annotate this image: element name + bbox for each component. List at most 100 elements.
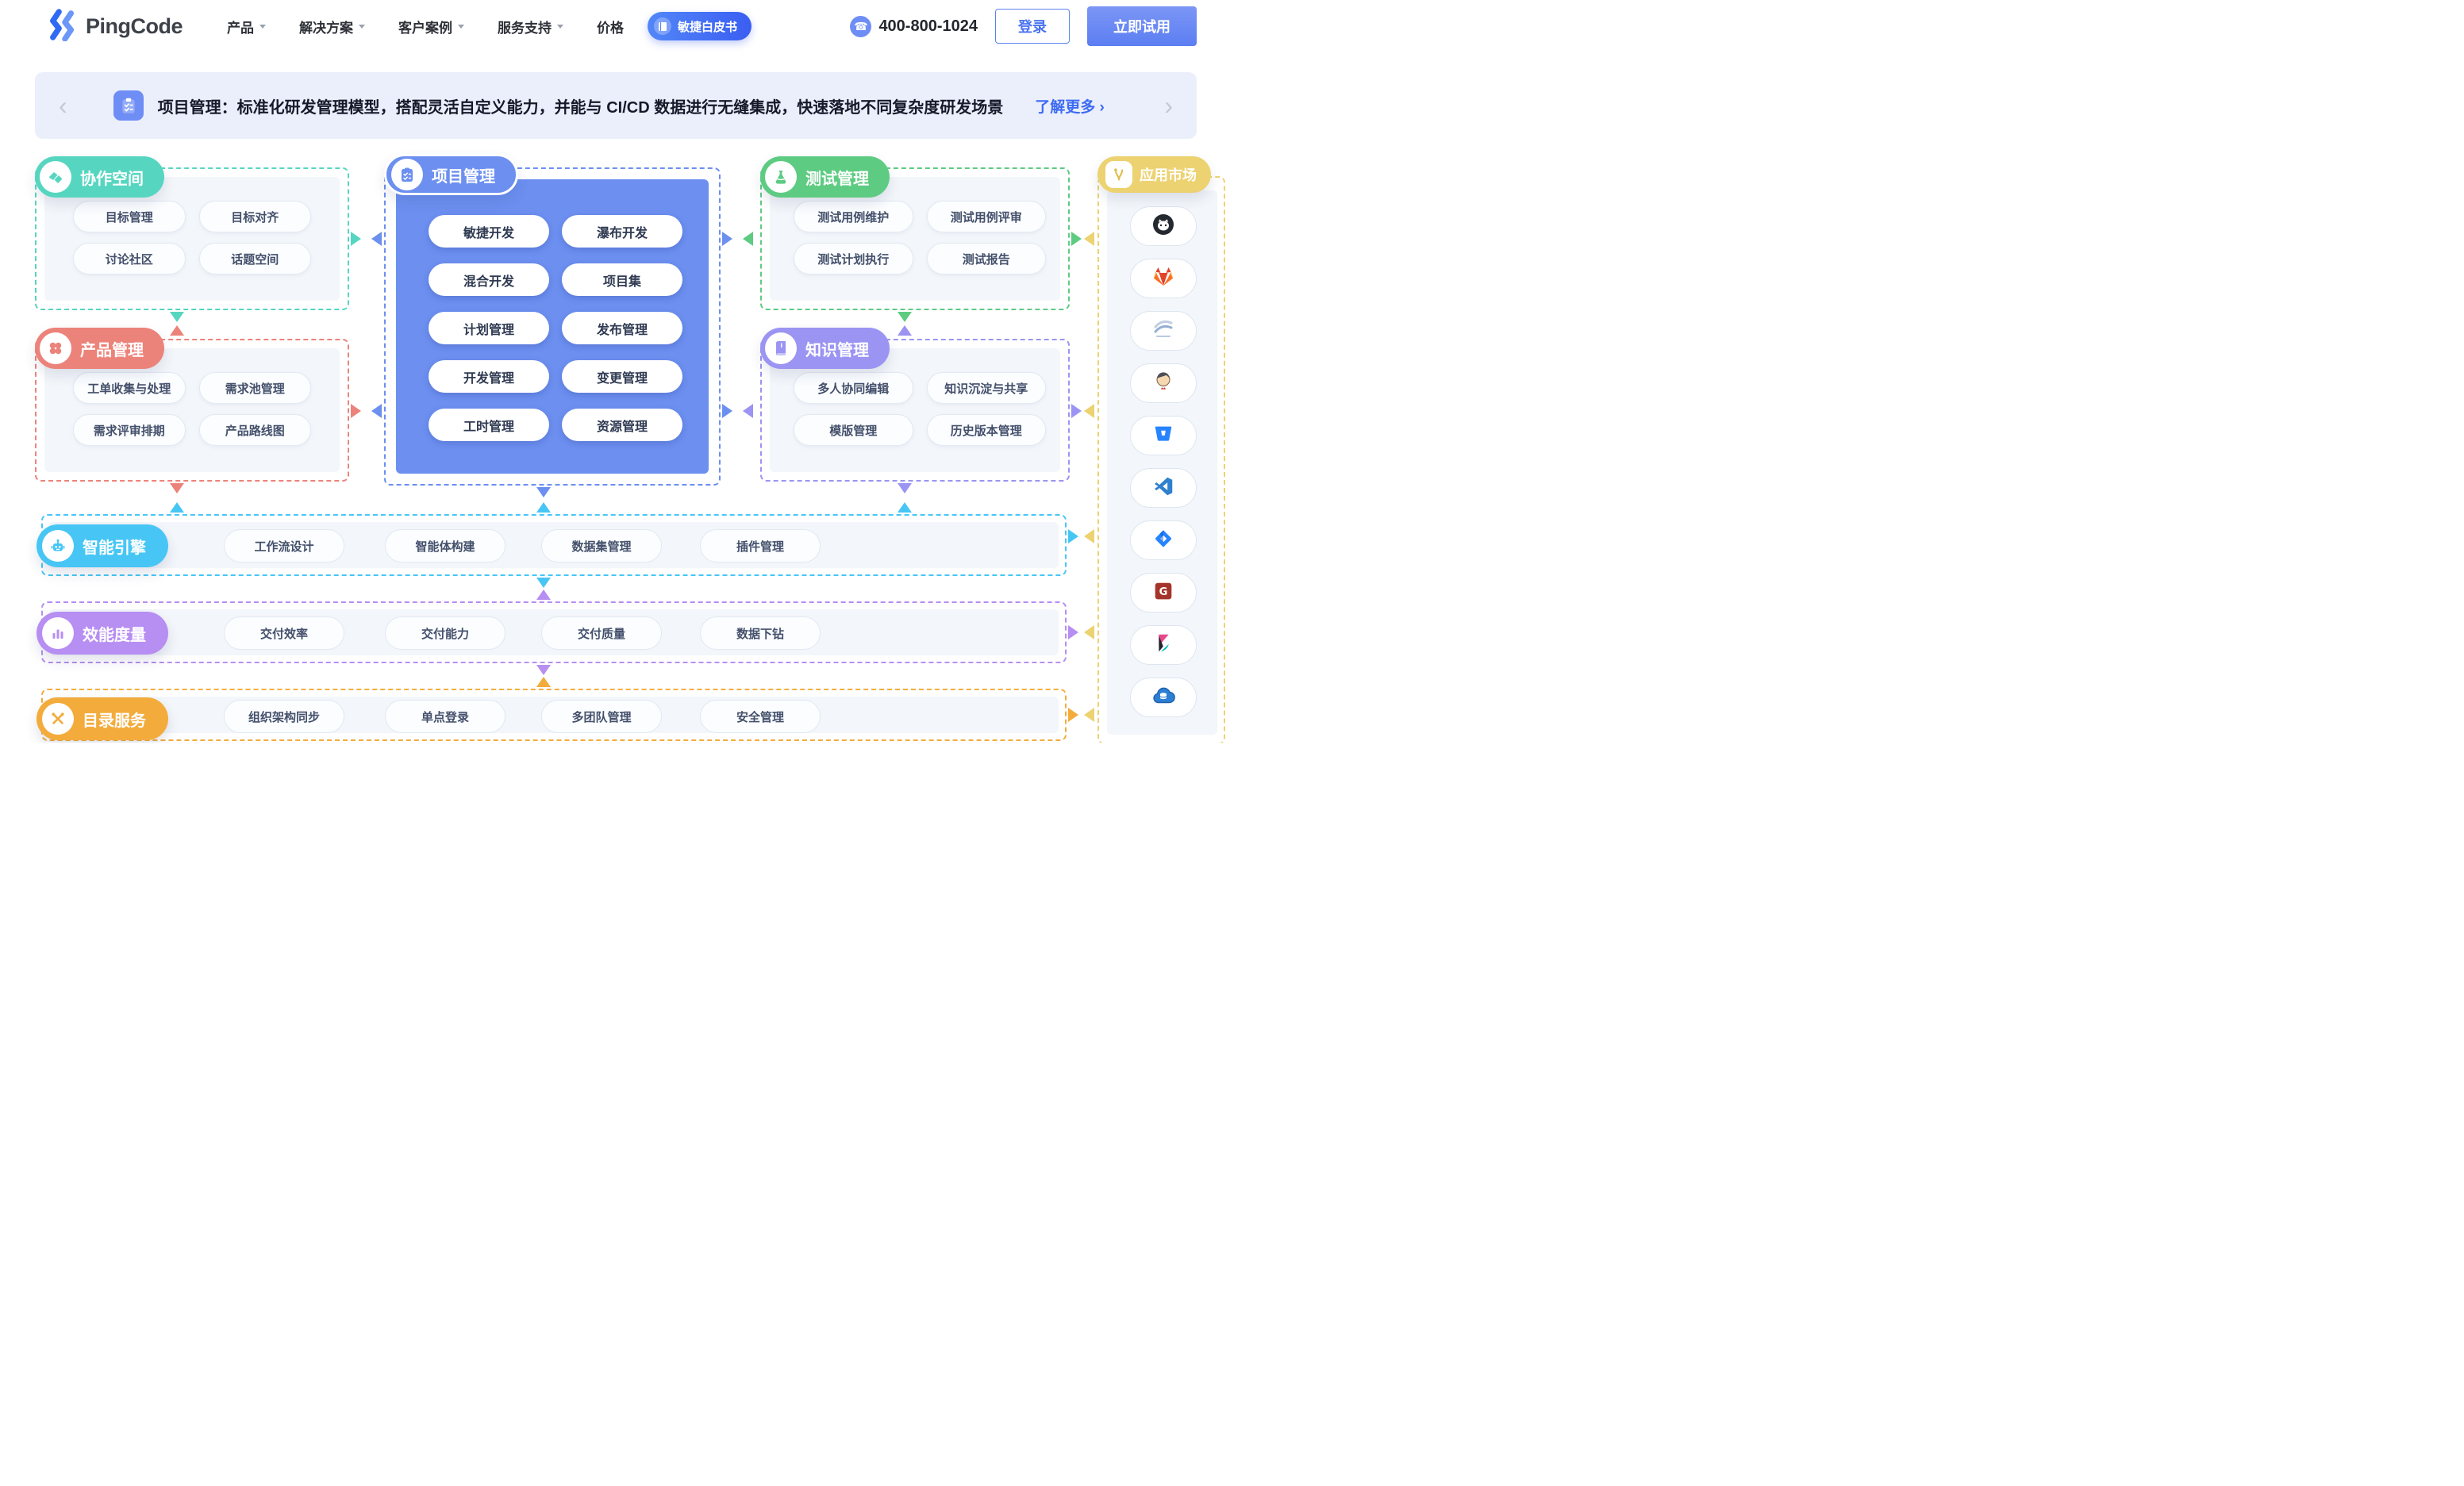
app-pill[interactable] [1130,416,1197,455]
directory-header: 目录服务 [37,697,168,740]
nav-right: ☎ 400-800-1024 登录 立即试用 [850,6,1197,46]
feature-grid: 目标管理 目标对齐 讨论社区 话题空间 [73,201,311,275]
feature-pill[interactable]: 需求池管理 [199,372,312,404]
kibana-icon [1151,632,1175,659]
cloud-database-icon [1151,683,1176,712]
feature-pill[interactable]: 插件管理 [700,529,821,563]
banner-next-icon[interactable]: › [1164,93,1173,118]
section-title: 测试管理 [805,166,869,189]
app-pill[interactable] [1130,311,1197,351]
feature-pill[interactable]: 变更管理 [562,360,682,393]
top-navbar: PingCode 产品 解决方案 客户案例 服务支持 价格 敏捷白皮书 ☎ 40… [0,0,1232,52]
marketplace-header: 应用市场 [1097,156,1211,193]
testing-section: 测试管理 测试用例维护 测试用例评审 测试计划执行 测试报告 [760,167,1070,310]
feature-pill[interactable]: 历史版本管理 [927,414,1047,446]
book-icon [654,17,671,35]
app-pill[interactable]: G [1130,573,1197,612]
app-pill[interactable] [1130,520,1197,560]
clover-icon [40,332,71,364]
app-pill[interactable] [1130,625,1197,665]
app-pill[interactable] [1130,206,1197,246]
section-title: 目录服务 [83,708,146,731]
connector-arrow [351,404,361,418]
feature-pill[interactable]: 敏捷开发 [429,215,549,248]
app-pill[interactable] [1130,363,1197,403]
feature-pill[interactable]: 项目集 [562,263,682,296]
feature-pill[interactable]: 讨论社区 [73,243,186,275]
feature-pill[interactable]: 测试报告 [927,243,1047,275]
section-title: 协作空间 [80,166,144,189]
nav-item-label: 产品 [227,17,254,36]
feature-pill[interactable]: 目标管理 [73,201,186,232]
phone-contact[interactable]: ☎ 400-800-1024 [850,16,978,37]
app-pill[interactable] [1130,678,1197,717]
whitepaper-button[interactable]: 敏捷白皮书 [648,12,752,40]
nav-item-solutions[interactable]: 解决方案 [299,17,365,36]
feature-pill[interactable]: 数据下钻 [700,616,821,650]
announcement-banner: ‹ 项目管理：标准化研发管理模型，搭配灵活自定义能力，并能与 CI/CD 数据进… [35,72,1197,139]
connector-arrow [1068,625,1078,639]
feature-pill[interactable]: 计划管理 [429,312,549,344]
connector-arrow [743,232,753,246]
gitlab-icon [1151,264,1176,294]
feature-pill[interactable]: 工单收集与处理 [73,372,186,404]
feature-pill[interactable]: 资源管理 [562,409,682,441]
section-title: 产品管理 [80,337,144,360]
feature-pill[interactable]: 知识沉淀与共享 [927,372,1047,404]
feature-pill[interactable]: 交付效率 [224,616,344,650]
feature-pill[interactable]: 组织架构同步 [224,700,344,733]
connector-arrow [1084,529,1094,543]
branch-icon [1105,161,1132,188]
feature-pill[interactable]: 产品路线图 [199,414,312,446]
feature-pill[interactable]: 安全管理 [700,700,821,733]
checklist-icon [113,90,144,121]
crossed-tools-icon [42,703,74,735]
book-icon [765,332,797,364]
feature-pill[interactable]: 数据集管理 [541,529,662,563]
feature-pill[interactable]: 交付质量 [541,616,662,650]
feature-pill[interactable]: 测试计划执行 [794,243,913,275]
brand-home-link[interactable]: PingCode [48,8,183,45]
feature-pill[interactable]: 需求评审排期 [73,414,186,446]
handshake-icon [40,161,71,193]
testing-header: 测试管理 [760,156,890,198]
trial-button[interactable]: 立即试用 [1087,6,1197,46]
feature-pill[interactable]: 混合开发 [429,263,549,296]
feature-pill[interactable]: 目标对齐 [199,201,312,232]
feature-pill[interactable]: 单点登录 [385,700,505,733]
pingcode-product-page: PingCode 产品 解决方案 客户案例 服务支持 价格 敏捷白皮书 ☎ 40… [0,0,1232,743]
feature-pill[interactable]: 工作流设计 [224,529,344,563]
login-button[interactable]: 登录 [995,9,1070,44]
app-pill[interactable] [1130,468,1197,508]
feature-pill[interactable]: 工时管理 [429,409,549,441]
feature-pill[interactable]: 多人协同编辑 [794,372,913,404]
nav-item-products[interactable]: 产品 [227,17,266,36]
chevron-down-icon [557,25,563,32]
arrow-right-icon: › [1100,99,1105,116]
connector-arrow [1084,404,1094,418]
feature-pill[interactable]: 瀑布开发 [562,215,682,248]
feature-pill[interactable]: 测试用例评审 [927,201,1047,232]
feature-pill[interactable]: 模版管理 [794,414,913,446]
bitbucket-icon [1151,422,1175,450]
nav-item-customers[interactable]: 客户案例 [398,17,464,36]
feature-pill[interactable]: 多团队管理 [541,700,662,733]
nav-item-support[interactable]: 服务支持 [498,17,563,36]
feature-pill[interactable]: 话题空间 [199,243,312,275]
feature-pill[interactable]: 智能体构建 [385,529,505,563]
feature-pill[interactable]: 开发管理 [429,360,549,393]
feature-pill[interactable]: 测试用例维护 [794,201,913,232]
learn-more-link[interactable]: 了解更多 › [1035,95,1105,117]
connector-arrow [722,404,732,418]
collaboration-header: 协作空间 [35,156,164,198]
banner-prev-icon[interactable]: ‹ [59,93,67,118]
feature-pill[interactable]: 发布管理 [562,312,682,344]
nav-item-pricing[interactable]: 价格 [597,17,624,36]
project-section: 项目管理 敏捷开发 瀑布开发 混合开发 项目集 计划管理 发布管理 开发管理 变… [384,167,721,486]
subversion-icon [1151,317,1176,346]
app-pill[interactable] [1130,259,1197,298]
section-title: 应用市场 [1140,164,1197,185]
feature-pill[interactable]: 交付能力 [385,616,505,650]
brand-name: PingCode [86,14,183,39]
connector-arrow [898,483,912,493]
